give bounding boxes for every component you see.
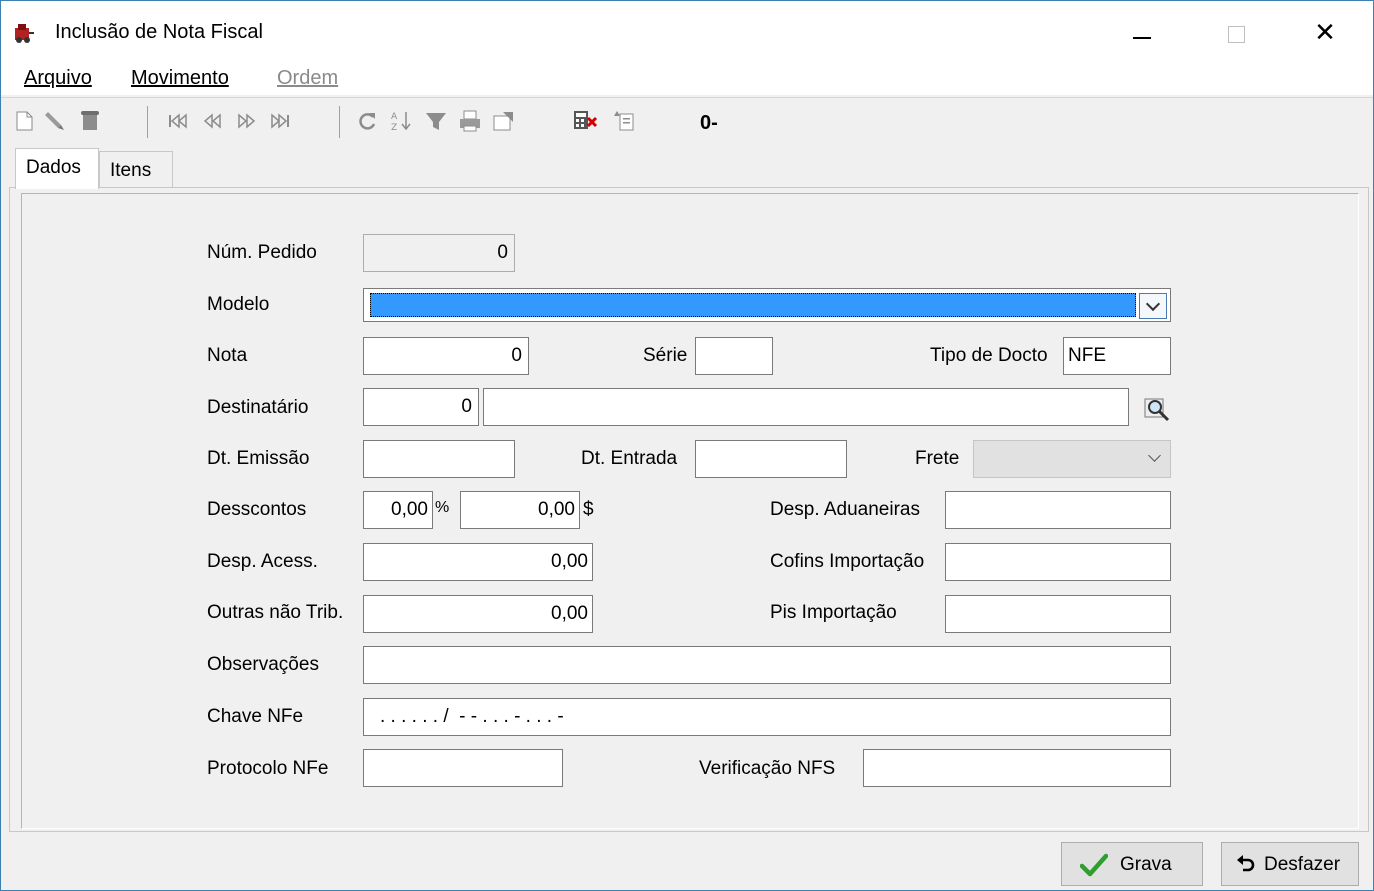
outras-nao-trib-label: Outras não Trib. <box>207 602 344 623</box>
maximize-button[interactable] <box>1213 15 1257 49</box>
serie-field[interactable] <box>695 337 773 375</box>
frete-select[interactable] <box>973 440 1171 478</box>
desfazer-button-label: Desfazer <box>1264 854 1341 875</box>
chevron-down-icon <box>1148 449 1161 462</box>
pis-importacao-field[interactable] <box>945 595 1171 633</box>
new-document-icon[interactable] <box>11 108 37 134</box>
destinatario-name-field[interactable] <box>483 388 1129 426</box>
edit-pencil-icon[interactable] <box>43 108 69 134</box>
calculator-icon[interactable] <box>572 108 598 134</box>
filter-icon[interactable] <box>423 108 449 134</box>
sort-az-icon[interactable]: AZ <box>389 108 415 134</box>
menu-bar: Arquivo Movimento Ordem <box>1 61 1373 95</box>
desconto-amount-field[interactable]: 0,00 <box>460 491 580 529</box>
verificacao-nfs-label: Verificação NFS <box>699 758 836 779</box>
nota-field[interactable]: 0 <box>363 337 529 375</box>
print-icon[interactable] <box>457 108 483 134</box>
protocolo-nfe-label: Protocolo NFe <box>207 758 329 779</box>
modelo-label: Modelo <box>207 294 270 315</box>
outras-nao-trib-field[interactable]: 0,00 <box>363 595 593 633</box>
menu-movimento[interactable]: Movimento <box>131 67 229 90</box>
descontos-label: Desscontos <box>207 499 307 520</box>
tab-dados[interactable]: Dados <box>15 148 99 189</box>
first-record-icon[interactable] <box>165 108 191 134</box>
tab-dados-label: Dados <box>26 157 81 178</box>
search-icon[interactable] <box>1143 395 1171 423</box>
tipo-docto-label: Tipo de Docto <box>930 345 1048 366</box>
toolbar: AZ 0- <box>1 97 1373 148</box>
menu-arquivo[interactable]: Arquivo <box>24 67 92 90</box>
checkmark-icon <box>1080 853 1108 877</box>
percent-unit: % <box>435 499 450 516</box>
dt-entrada-field[interactable] <box>695 440 847 478</box>
observacoes-label: Observações <box>207 654 319 675</box>
nota-label: Nota <box>207 345 248 366</box>
desconto-percent-field[interactable]: 0,00 <box>363 491 433 529</box>
frete-label: Frete <box>915 448 960 469</box>
svg-text:A: A <box>391 112 398 122</box>
num-pedido-label: Núm. Pedido <box>207 242 317 263</box>
minimize-button[interactable] <box>1121 15 1165 49</box>
serie-label: Série <box>643 345 688 366</box>
desfazer-button[interactable]: Desfazer <box>1221 842 1359 886</box>
num-pedido-field[interactable]: 0 <box>363 234 515 272</box>
last-record-icon[interactable] <box>267 108 293 134</box>
main-window: Inclusão de Nota Fiscal ✕ Arquivo Movime… <box>0 0 1374 891</box>
svg-text:Z: Z <box>391 123 397 133</box>
menu-ordem[interactable]: Ordem <box>277 67 338 90</box>
dt-emissao-field[interactable] <box>363 440 515 478</box>
desp-aduaneiras-field[interactable] <box>945 491 1171 529</box>
modelo-dropdown-button[interactable] <box>1139 293 1167 319</box>
cofins-importacao-field[interactable] <box>945 543 1171 581</box>
destinatario-label: Destinatário <box>207 397 309 418</box>
currency-unit: $ <box>583 499 594 520</box>
tab-itens-label: Itens <box>110 160 152 181</box>
modelo-selected-value <box>370 293 1136 317</box>
observacoes-field[interactable] <box>363 646 1171 684</box>
chave-nfe-label: Chave NFe <box>207 706 304 727</box>
app-icon <box>15 24 34 43</box>
modelo-select[interactable] <box>363 288 1171 322</box>
record-indicator: 0- <box>700 112 718 134</box>
next-record-icon[interactable] <box>233 108 259 134</box>
grava-button[interactable]: Grava <box>1061 842 1203 886</box>
title-bar: Inclusão de Nota Fiscal ✕ <box>1 1 1373 61</box>
desp-acess-label: Desp. Acess. <box>207 551 318 572</box>
close-button[interactable]: ✕ <box>1303 15 1347 49</box>
verificacao-nfs-field[interactable] <box>863 749 1171 787</box>
tab-itens[interactable]: Itens <box>99 151 173 187</box>
chave-nfe-field[interactable]: . . . . . . / - - . . . - . . . - <box>363 698 1171 736</box>
protocolo-nfe-field[interactable] <box>363 749 563 787</box>
window-title: Inclusão de Nota Fiscal <box>55 21 263 43</box>
desp-aduaneiras-label: Desp. Aduaneiras <box>770 499 920 520</box>
undo-icon <box>1237 855 1255 872</box>
dt-entrada-label: Dt. Entrada <box>581 448 678 469</box>
refresh-icon[interactable] <box>355 108 381 134</box>
pis-importacao-label: Pis Importação <box>770 602 897 623</box>
dt-emissao-label: Dt. Emissão <box>207 448 310 469</box>
tipo-docto-field[interactable]: NFE <box>1063 337 1171 375</box>
desp-acess-field[interactable]: 0,00 <box>363 543 593 581</box>
destinatario-code-field[interactable]: 0 <box>363 388 479 426</box>
previous-record-icon[interactable] <box>200 108 226 134</box>
grava-button-label: Grava <box>1120 854 1172 875</box>
report-icon[interactable] <box>491 108 517 134</box>
copy-document-icon[interactable] <box>611 108 637 134</box>
cofins-importacao-label: Cofins Importação <box>770 551 925 572</box>
delete-icon[interactable] <box>77 108 103 134</box>
chevron-down-icon <box>1145 296 1161 312</box>
